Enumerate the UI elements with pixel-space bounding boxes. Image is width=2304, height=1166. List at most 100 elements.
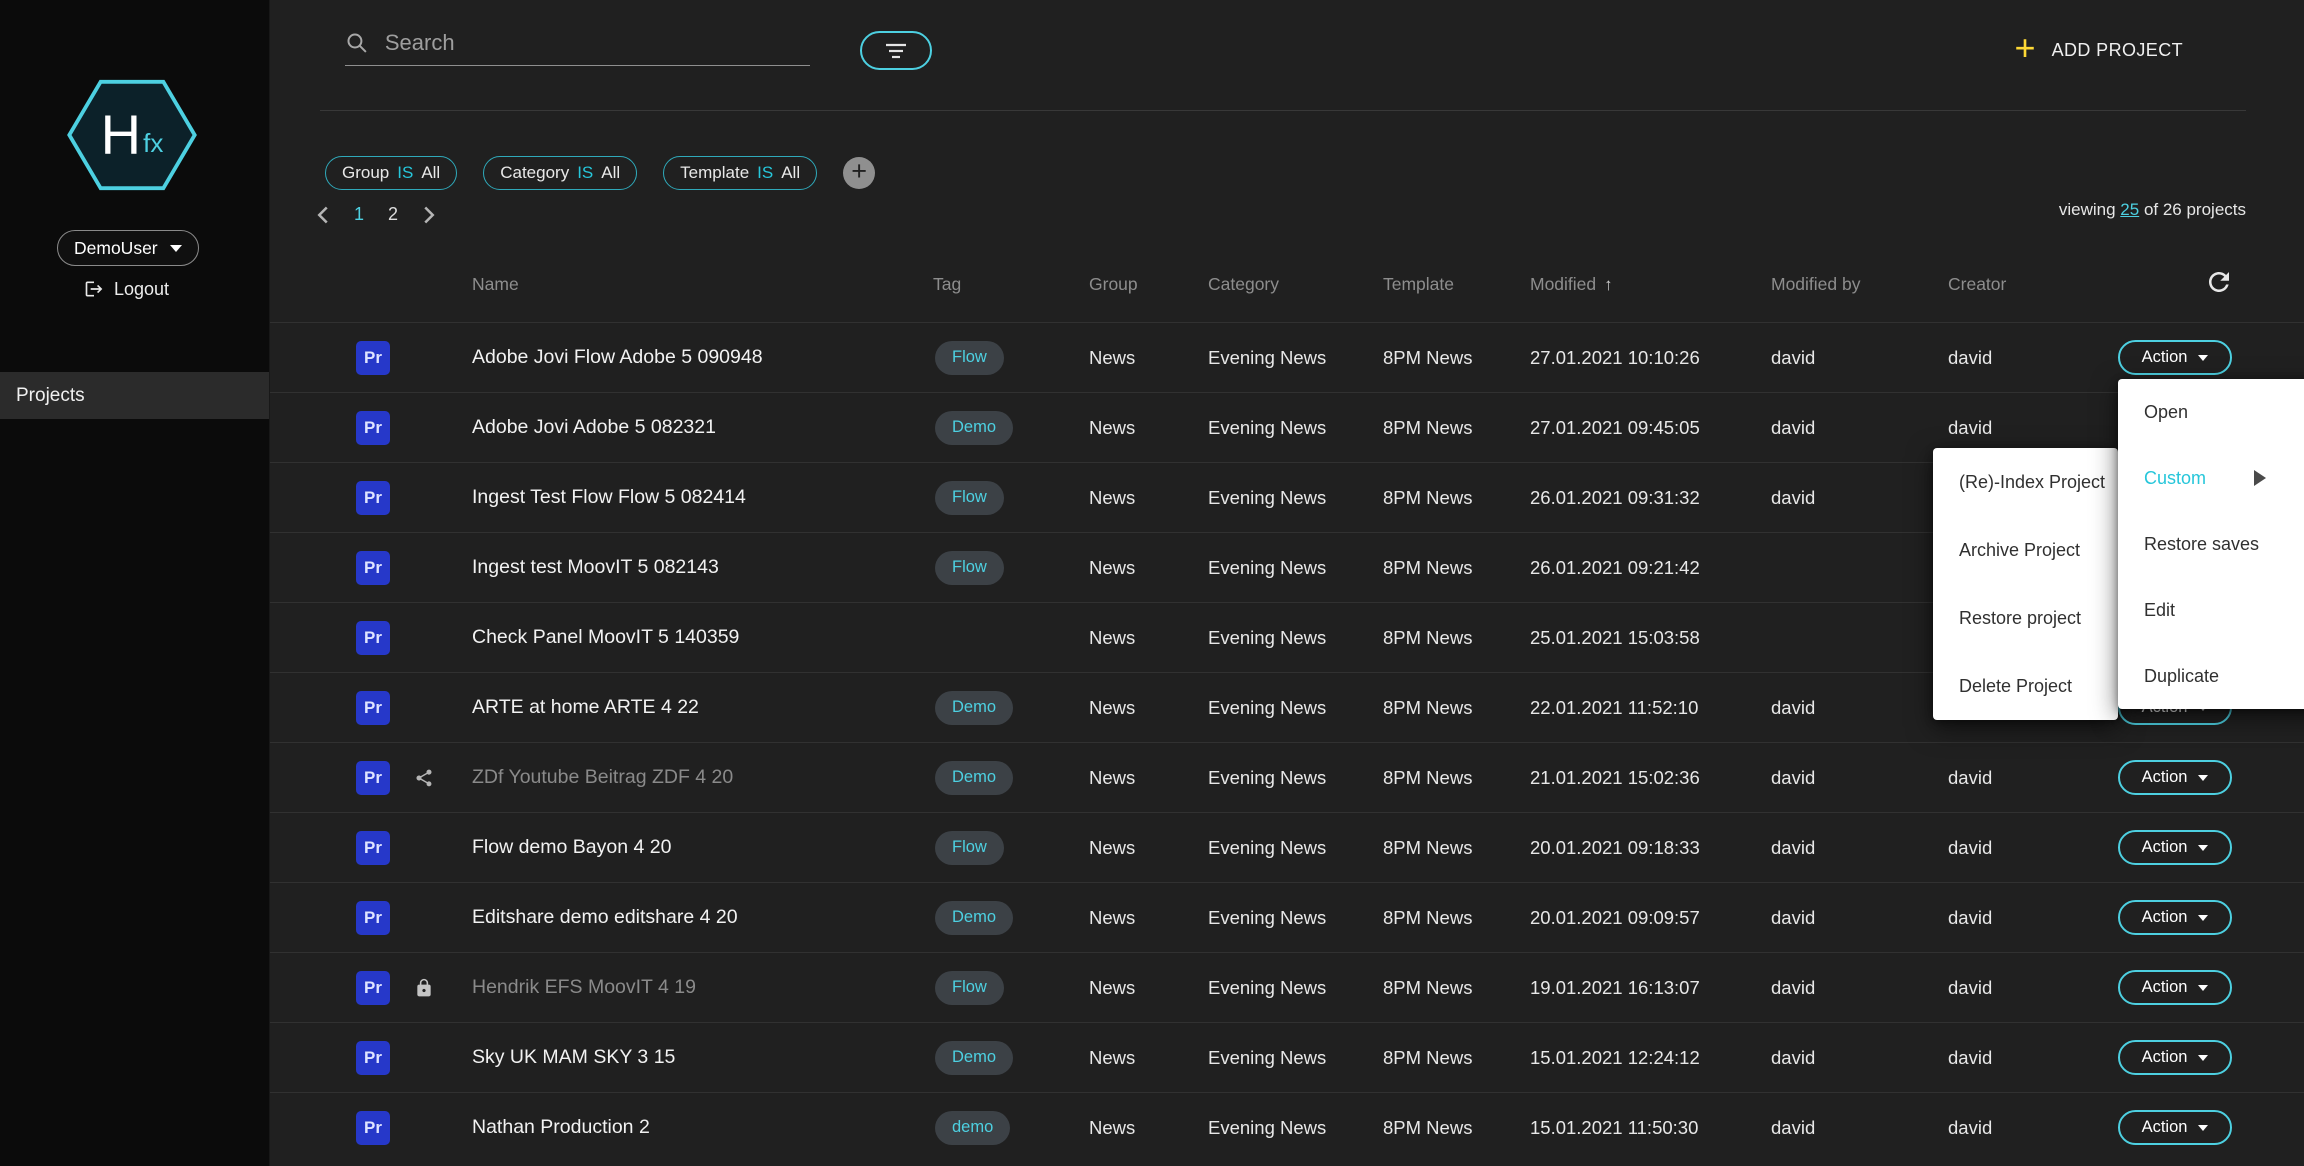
category-cell: Evening News: [1208, 323, 1326, 392]
table-row[interactable]: Pr Adobe Jovi Flow Adobe 5 090948 Flow N…: [0, 322, 2304, 392]
action-cell: Action: [2118, 883, 2232, 952]
premiere-icon: Pr: [356, 481, 390, 515]
template-cell: 8PM News: [1383, 463, 1472, 532]
refresh-button[interactable]: [2202, 266, 2236, 300]
logout-button[interactable]: Logout: [84, 274, 169, 304]
sidebar: H fx DemoUser Logout Projects: [0, 0, 270, 1166]
app-logo: H fx: [64, 78, 200, 192]
modified-by-cell: david: [1771, 1023, 1815, 1092]
category-cell: Evening News: [1208, 1023, 1326, 1092]
menu-item-restore-saves[interactable]: Restore saves: [2118, 511, 2304, 577]
modified-cell: 27.01.2021 09:45:05: [1530, 393, 1700, 462]
category-cell: Evening News: [1208, 393, 1326, 462]
tag-cell: Flow: [935, 813, 1004, 882]
chip-value: All: [421, 163, 440, 183]
add-filter-button[interactable]: +: [843, 157, 875, 189]
filter-chip-template[interactable]: Template IS All: [663, 156, 817, 190]
project-name: Ingest Test Flow Flow 5 082414: [472, 463, 746, 532]
table-row[interactable]: Pr ZDf Youtube Beitrag ZDF 4 20 Demo New…: [0, 742, 2304, 812]
col-header-category[interactable]: Category: [1208, 274, 1279, 295]
action-button[interactable]: Action: [2118, 970, 2232, 1005]
tag-badge: Demo: [935, 761, 1013, 795]
col-header-tag[interactable]: Tag: [933, 274, 961, 295]
chip-field: Template: [680, 163, 749, 183]
col-header-template[interactable]: Template: [1383, 274, 1454, 295]
menu-item-duplicate[interactable]: Duplicate: [2118, 643, 2304, 709]
action-cell: Action: [2118, 1023, 2232, 1092]
menu-item-edit[interactable]: Edit: [2118, 577, 2304, 643]
table-row[interactable]: Pr Hendrik EFS MoovIT 4 19 Flow News Eve…: [0, 952, 2304, 1022]
template-cell: 8PM News: [1383, 883, 1472, 952]
action-button[interactable]: Action: [2118, 830, 2232, 865]
tag-badge: Flow: [935, 831, 1004, 865]
table-row[interactable]: Pr Flow demo Bayon 4 20 Flow News Evenin…: [0, 812, 2304, 882]
filter-chip-group[interactable]: Group IS All: [325, 156, 457, 190]
group-cell: News: [1089, 603, 1135, 672]
modified-cell: 26.01.2021 09:21:42: [1530, 533, 1700, 602]
table-row[interactable]: Pr Nathan Production 2 demo News Evening…: [0, 1092, 2304, 1162]
caret-down-icon: [2198, 775, 2208, 781]
add-filter-plus-icon: +: [851, 158, 867, 185]
tag-cell: Flow: [935, 953, 1004, 1022]
page-2-button[interactable]: 2: [388, 204, 398, 225]
search-input[interactable]: [383, 29, 810, 57]
sort-asc-icon: ↑: [1604, 275, 1613, 295]
table-row[interactable]: Pr Editshare demo editshare 4 20 Demo Ne…: [0, 882, 2304, 952]
creator-cell: david: [1948, 953, 1992, 1022]
project-name: Adobe Jovi Adobe 5 082321: [472, 393, 716, 462]
col-header-modified[interactable]: Modified ↑: [1530, 274, 1613, 295]
project-type-cell: Pr: [356, 743, 390, 812]
creator-cell: david: [1948, 743, 1992, 812]
creator-cell: david: [1948, 813, 1992, 882]
filter-list-icon: [883, 42, 909, 60]
caret-down-icon: [2198, 1125, 2208, 1131]
menu-item-reindex-project[interactable]: (Re)-Index Project: [1933, 448, 2118, 516]
action-button[interactable]: Action: [2118, 900, 2232, 935]
modified-cell: 27.01.2021 10:10:26: [1530, 323, 1700, 392]
category-cell: Evening News: [1208, 463, 1326, 532]
category-cell: Evening News: [1208, 883, 1326, 952]
col-header-creator[interactable]: Creator: [1948, 274, 2006, 295]
col-header-name[interactable]: Name: [472, 274, 519, 295]
template-cell: 8PM News: [1383, 323, 1472, 392]
caret-down-icon: [2198, 985, 2208, 991]
template-cell: 8PM News: [1383, 603, 1472, 672]
action-cell: Action: [2118, 813, 2232, 882]
filter-chip-category[interactable]: Category IS All: [483, 156, 637, 190]
tag-cell: Demo: [935, 883, 1013, 952]
menu-item-delete-project[interactable]: Delete Project: [1933, 652, 2118, 720]
chip-operator: IS: [757, 163, 773, 183]
menu-item-custom[interactable]: Custom: [2118, 445, 2304, 511]
sidebar-item-projects[interactable]: Projects: [0, 372, 269, 419]
page-prev-button[interactable]: [316, 205, 330, 225]
menu-item-open[interactable]: Open: [2118, 379, 2304, 445]
add-project-button[interactable]: + ADD PROJECT: [2015, 30, 2183, 70]
viewing-count-link[interactable]: 25: [2120, 200, 2139, 219]
action-button[interactable]: Action: [2118, 340, 2232, 375]
menu-item-archive-project[interactable]: Archive Project: [1933, 516, 2118, 584]
action-button[interactable]: Action: [2118, 1040, 2232, 1075]
action-button[interactable]: Action: [2118, 1110, 2232, 1145]
col-header-modified-by[interactable]: Modified by: [1771, 274, 1861, 295]
project-type-cell: Pr: [356, 533, 390, 602]
action-cell: Action: [2118, 953, 2232, 1022]
page-next-button[interactable]: [422, 205, 436, 225]
tag-badge: Flow: [935, 341, 1004, 375]
tag-badge: Demo: [935, 901, 1013, 935]
user-menu-button[interactable]: DemoUser: [57, 230, 199, 266]
modified-cell: 26.01.2021 09:31:32: [1530, 463, 1700, 532]
action-button[interactable]: Action: [2118, 760, 2232, 795]
project-type-cell: Pr: [356, 603, 390, 672]
page-1-button[interactable]: 1: [354, 204, 364, 225]
table-row[interactable]: Pr Sky UK MAM SKY 3 15 Demo News Evening…: [0, 1022, 2304, 1092]
project-name: Editshare demo editshare 4 20: [472, 883, 738, 952]
tag-cell: demo: [935, 1093, 1010, 1162]
modified-cell: 20.01.2021 09:09:57: [1530, 883, 1700, 952]
viewing-prefix: viewing: [2059, 200, 2116, 219]
modified-by-cell: david: [1771, 953, 1815, 1022]
project-name: Hendrik EFS MoovIT 4 19: [472, 953, 696, 1022]
sort-filter-button[interactable]: [860, 31, 932, 70]
chip-value: All: [781, 163, 800, 183]
col-header-group[interactable]: Group: [1089, 274, 1138, 295]
menu-item-restore-project[interactable]: Restore project: [1933, 584, 2118, 652]
